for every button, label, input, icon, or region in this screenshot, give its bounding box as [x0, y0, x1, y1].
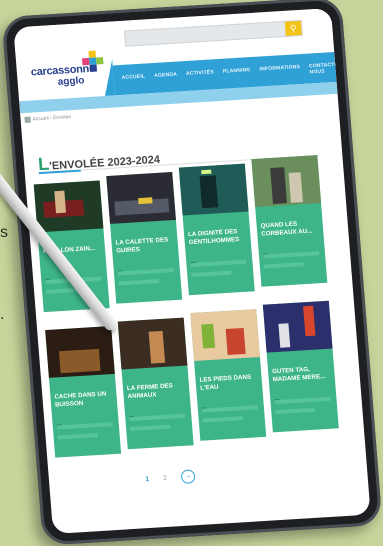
- home-icon[interactable]: [24, 116, 31, 123]
- show-image: [251, 155, 322, 208]
- show-card[interactable]: LES PIEDS DANS L'EAU: [190, 309, 267, 441]
- logo-text-secondary: agglo: [57, 75, 85, 88]
- show-title: CACHE DANS UN BUISSON: [54, 390, 107, 409]
- page-current[interactable]: 1: [145, 475, 149, 482]
- show-venue: [275, 407, 316, 415]
- show-date: [56, 422, 113, 430]
- show-date: [117, 268, 175, 276]
- show-venue: [130, 424, 171, 432]
- show-card[interactable]: LA CALETTE DES GUIRES: [106, 172, 183, 304]
- show-venue: [202, 416, 243, 423]
- nav-item-accueil[interactable]: ACCUEIL: [121, 74, 146, 87]
- show-venue: [263, 262, 304, 269]
- page-link[interactable]: 2: [163, 474, 167, 481]
- show-card[interactable]: QUAND LES CORBEAUX AU...: [251, 155, 328, 287]
- nav-item-activites[interactable]: ACTIVITÉS: [186, 69, 215, 83]
- show-image: [106, 172, 176, 224]
- nav-item-agenda[interactable]: AGENDA: [154, 72, 178, 85]
- side-text-fragment: .: [0, 306, 5, 323]
- pagination: 1 2 →: [145, 469, 196, 486]
- show-date: [274, 396, 331, 405]
- show-image: [262, 300, 333, 353]
- show-title: LA FERME DES ANIMAUX: [126, 382, 174, 401]
- show-date: [201, 405, 259, 413]
- breadcrumb[interactable]: Accueil › Envolée: [32, 114, 71, 122]
- nav-item-informations[interactable]: INFORMATIONS: [259, 64, 301, 78]
- show-venue: [118, 279, 159, 286]
- show-title: LA CALETTE DES GUIRES: [115, 236, 169, 255]
- show-date: [129, 413, 186, 422]
- arrow-right-icon[interactable]: →: [180, 469, 196, 485]
- show-image: [117, 317, 188, 370]
- tablet-device: carcassonne agglo ⚲ ACCUEIL AGENDA ACTIV…: [1, 0, 383, 546]
- side-text-fragment: s: [0, 224, 8, 241]
- site-logo[interactable]: carcassonne agglo: [30, 50, 107, 94]
- show-card[interactable]: LA FERME DES ANIMAUX: [117, 317, 194, 450]
- nav-item-planning[interactable]: PLANNING: [223, 67, 252, 81]
- show-image: [178, 163, 249, 216]
- show-card[interactable]: CACHE DANS UN BUISSON: [45, 326, 122, 458]
- show-card[interactable]: LA DIGNITÉ DES GENTILHOMMES: [178, 163, 255, 296]
- show-date: [262, 251, 320, 259]
- show-image: [33, 180, 104, 233]
- show-card[interactable]: GUTEN TAG, MADAME MERE...: [262, 300, 339, 433]
- show-date: [190, 259, 247, 268]
- show-title: LES PIEDS DANS L'EAU: [199, 373, 252, 392]
- show-title: LA DIGNITÉ DES GENTILHOMMES: [187, 228, 240, 247]
- show-image: [45, 326, 115, 378]
- nav-item-contact[interactable]: CONTACTEZ-NOUS: [309, 61, 344, 75]
- tablet-frame: carcassonne agglo ⚲ ACCUEIL AGENDA ACTIV…: [1, 0, 383, 546]
- search-icon[interactable]: ⚲: [284, 20, 302, 36]
- show-image: [190, 309, 260, 362]
- show-title: QUAND LES CORBEAUX AU...: [260, 220, 313, 238]
- show-venue: [57, 433, 98, 440]
- show-title: GUTEN TAG, MADAME MERE...: [271, 365, 326, 384]
- show-venue: [191, 270, 232, 278]
